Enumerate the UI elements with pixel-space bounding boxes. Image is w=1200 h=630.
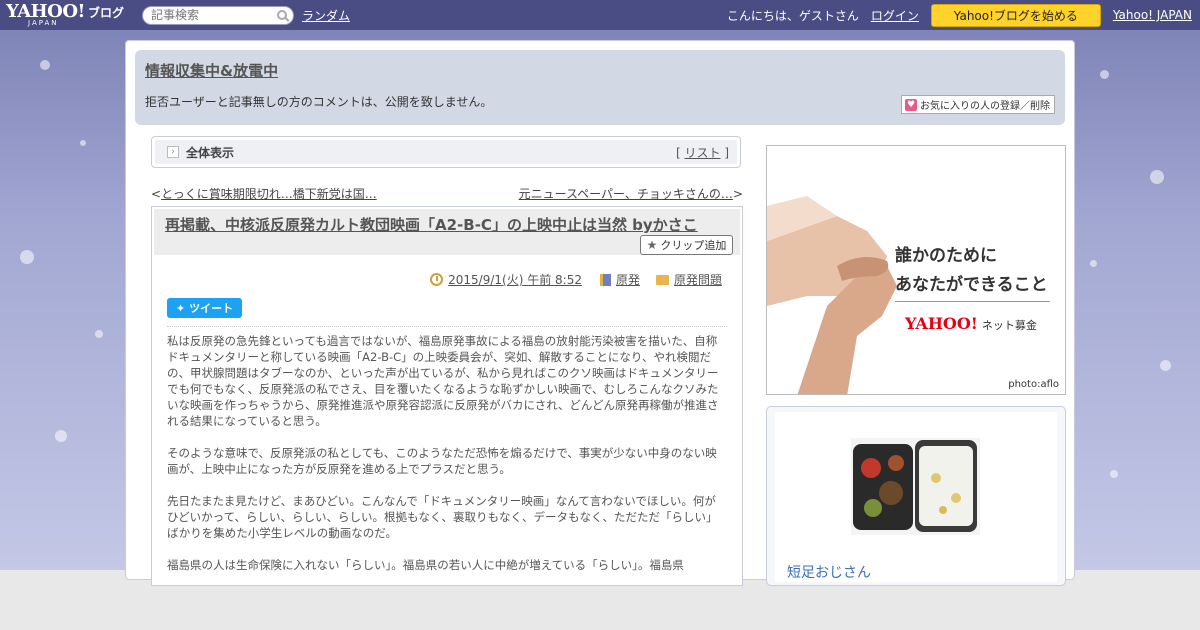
yahoo-japan-link[interactable]: Yahoo! JAPAN: [1113, 8, 1192, 22]
star-icon: ★: [646, 238, 658, 252]
article-paragraph: 私は反原発の急先鋒といっても過言ではないが、福島原発事故による福島の放射能汚染被…: [167, 334, 719, 428]
ad-rule: [895, 301, 1050, 302]
article-date[interactable]: 2015/9/1(火) 午前 8:52: [448, 271, 582, 288]
ad-photo-credit: photo:aflo: [1008, 379, 1059, 390]
search-box: [141, 5, 294, 25]
ad-logo-text: YAHOO!: [905, 314, 978, 333]
view-all-label: 全体表示: [186, 145, 235, 160]
next-marker: >: [732, 187, 743, 201]
tweet-button[interactable]: ✦ ツイート: [167, 298, 242, 318]
article-title[interactable]: 再掲載、中核派反原発カルト教団映画「A2-B-C」の上映中止は当然 byかさこ: [165, 214, 725, 235]
clip-add-button[interactable]: ★ クリップ追加: [640, 235, 733, 255]
folder-icon: [655, 274, 669, 285]
list-view-toggle: [ リスト ]: [676, 144, 729, 161]
ad-logo-suffix: ネット募金: [981, 319, 1037, 332]
heart-icon: ♥: [905, 98, 917, 111]
article-navigation: <とっくに賞味期限切れ…橋下新党は国… 元ニュースペーパー、チョッキさんの…>: [151, 185, 743, 202]
blog-description: 拒否ユーザーと記事無しの方のコメントは、公開を致しません。: [145, 95, 493, 109]
list-view-link[interactable]: リスト: [684, 146, 720, 160]
article-paragraph: 福島県の人は生命保険に入れない「らしい」。福島県の若い人に中絶が増えている「らし…: [167, 558, 684, 572]
ad-line-1: 誰かのために: [895, 246, 997, 266]
start-blog-button[interactable]: Yahoo!ブログを始める: [930, 3, 1101, 27]
twitter-bird-icon: ✦: [175, 301, 186, 315]
profile-box: 短足おじさん: [766, 406, 1066, 586]
article-category[interactable]: 原発: [616, 271, 640, 288]
logo-blog: ブログ: [87, 5, 124, 20]
article-folder[interactable]: 原発問題: [674, 271, 722, 288]
clock-icon: [430, 273, 444, 286]
random-link[interactable]: ランダム: [302, 7, 350, 24]
search-icon[interactable]: [276, 9, 287, 20]
clip-add-label: クリップ追加: [660, 239, 727, 252]
article-header: 再掲載、中核派反原発カルト教団映画「A2-B-C」の上映中止は当然 byかさこ …: [154, 209, 740, 255]
blog-title[interactable]: 情報収集中&放電中: [145, 60, 278, 81]
profile-name-link[interactable]: 短足おじさん: [787, 562, 871, 582]
profile-photo[interactable]: [851, 438, 980, 535]
search-input[interactable]: [142, 6, 268, 24]
view-mode-bar: › 全体表示 [ リスト ]: [151, 136, 741, 168]
article-body: 私は反原発の急先鋒といっても過言ではないが、福島原発事故による福島の放射能汚染被…: [167, 333, 727, 585]
article-meta: 2015/9/1(火) 午前 8:52 原発 原発問題: [430, 271, 722, 288]
donation-ad-banner[interactable]: 誰かのために あなたができること YAHOO! ネット募金 photo:aflo: [766, 145, 1066, 395]
top-bar: YAHOO! JAPAN ブログ ランダム こんにちは、ゲストさん ログイン Y…: [0, 0, 1200, 30]
category-book-icon: [599, 273, 611, 286]
article: 再掲載、中核派反原発カルト教団映画「A2-B-C」の上映中止は当然 byかさこ …: [151, 206, 743, 586]
article-paragraph: 先日たまたま見たけど、まあひどい。こんなんで「ドキュメンタリー映画」なんて言わな…: [167, 494, 718, 540]
bento-image: [851, 438, 980, 535]
yahoo-blog-logo[interactable]: YAHOO! JAPAN ブログ: [6, 3, 124, 27]
arrow-right-icon: ›: [167, 146, 179, 158]
next-article-link[interactable]: 元ニュースペーパー、チョッキさんの…: [519, 187, 733, 201]
prev-article-link[interactable]: とっくに賞味期限切れ…橋下新党は国…: [161, 187, 377, 201]
blog-header: 情報収集中&放電中 拒否ユーザーと記事無しの方のコメントは、公開を致しません。 …: [135, 50, 1065, 125]
greeting-text: こんにちは、ゲストさん: [726, 8, 859, 23]
logo-japan: JAPAN: [28, 19, 59, 27]
ad-yahoo-logo: YAHOO! ネット募金: [905, 314, 1037, 333]
favorite-register-label: お気に入りの人の登録／削除: [920, 101, 1050, 112]
ad-line-2: あなたができること: [895, 275, 1048, 295]
list-bracket-close: ]: [724, 145, 729, 160]
main-panel: 情報収集中&放電中 拒否ユーザーと記事無しの方のコメントは、公開を致しません。 …: [125, 40, 1075, 586]
tweet-label: ツイート: [189, 302, 234, 315]
prev-marker: <: [151, 187, 162, 201]
favorite-register-button[interactable]: ♥ お気に入りの人の登録／削除: [901, 95, 1055, 114]
list-bracket-open: [: [675, 145, 681, 160]
article-paragraph: そのような意味で、反原発派の私としても、このようなただ恐怖を煽るだけで、事実が少…: [167, 446, 717, 476]
divider: [167, 326, 727, 327]
login-link[interactable]: ログイン: [871, 7, 919, 24]
